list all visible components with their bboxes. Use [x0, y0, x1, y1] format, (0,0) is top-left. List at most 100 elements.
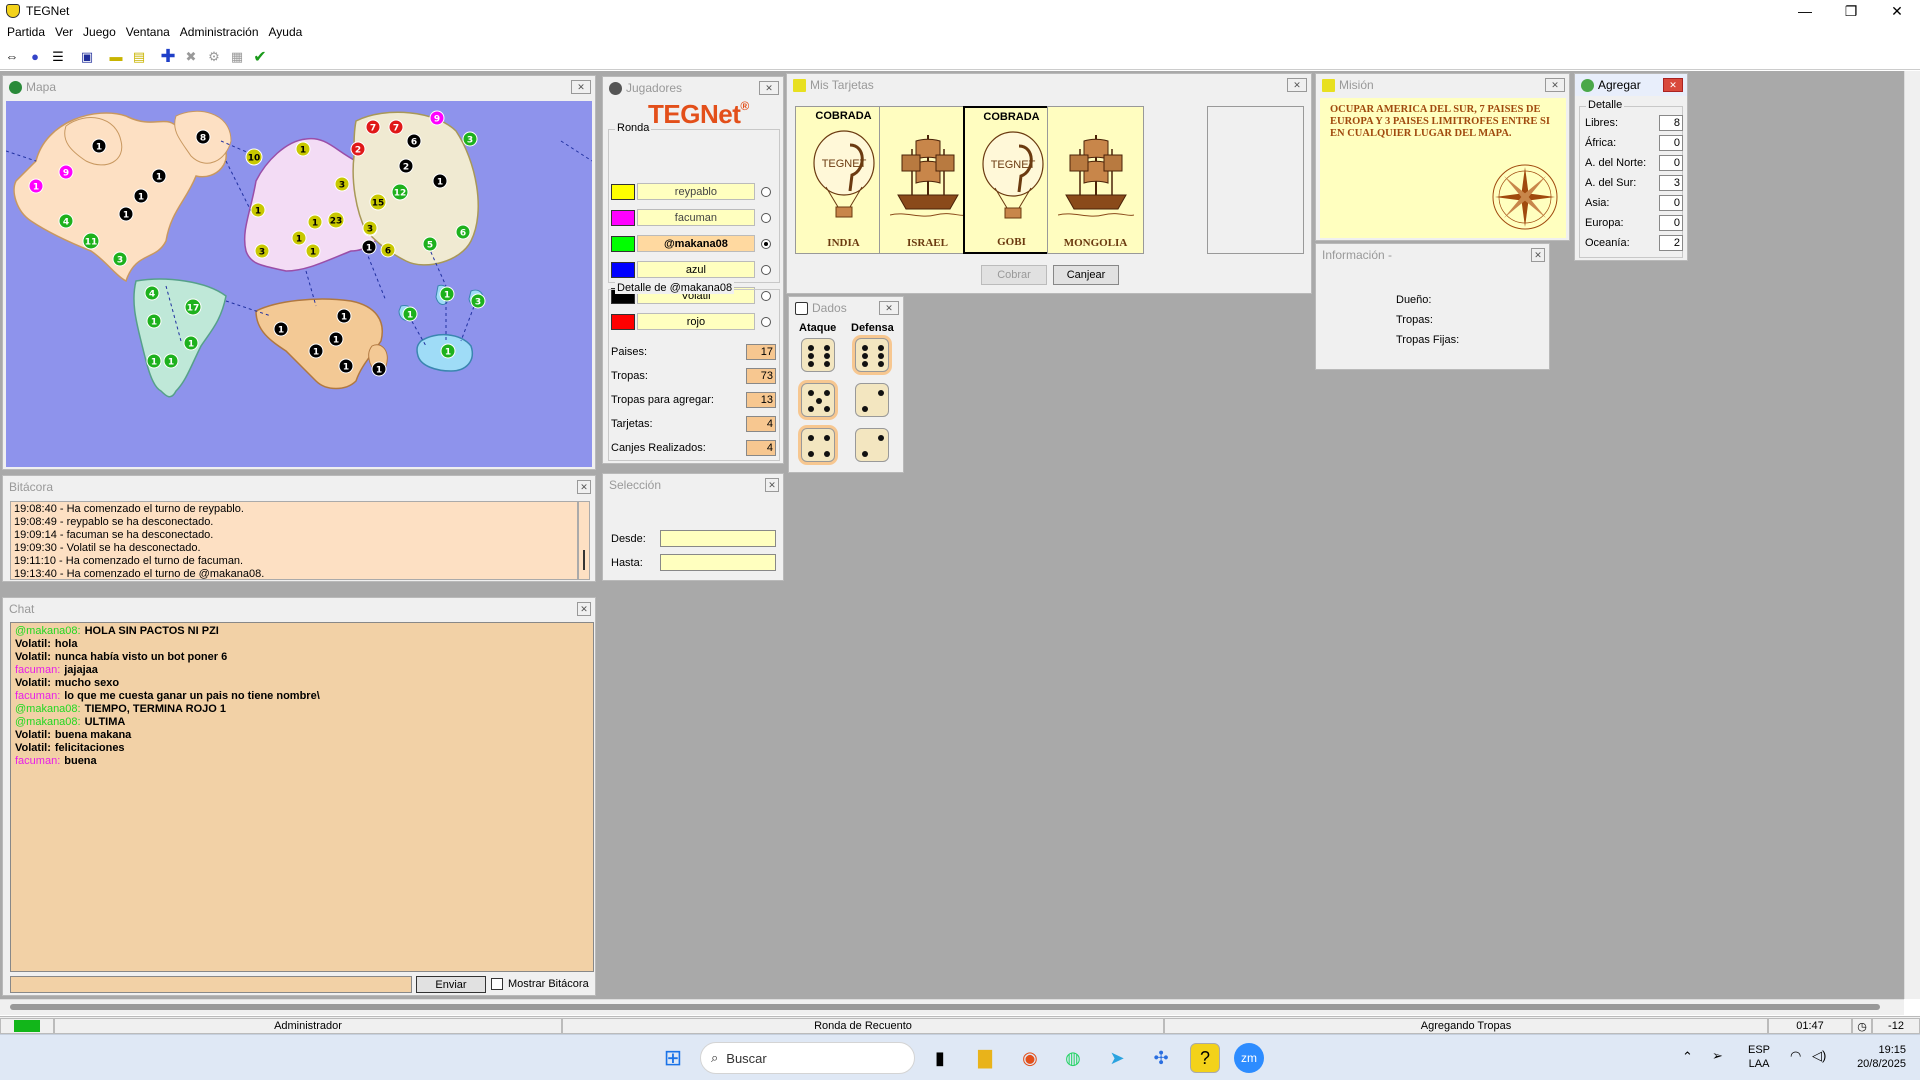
player-turn-radio[interactable] [761, 186, 771, 197]
file-explorer-icon[interactable]: ▇ [970, 1043, 1000, 1073]
army-marker[interactable]: 8 [195, 129, 211, 145]
regroup-icon[interactable]: ▦ [227, 47, 247, 67]
show-log-checkbox[interactable] [491, 978, 503, 990]
attack-icon[interactable]: ⚙ [204, 47, 224, 67]
chrome-icon[interactable]: ◉ [1015, 1043, 1045, 1073]
wifi-icon[interactable]: ◠ [1790, 1048, 1801, 1064]
tegnet-taskbar-icon[interactable]: ? [1190, 1043, 1220, 1073]
army-marker[interactable]: 3 [470, 293, 486, 309]
zoom-icon[interactable]: zm [1234, 1043, 1264, 1073]
menu-partida[interactable]: Partida [7, 25, 45, 39]
army-marker[interactable]: 1 [439, 286, 455, 302]
army-marker[interactable]: 1 [402, 306, 418, 322]
army-marker[interactable]: 1 [432, 173, 448, 189]
dice-close-button[interactable]: ✕ [879, 301, 899, 315]
country-card[interactable]: COBRADA TEGNET GOBI [963, 106, 1060, 254]
card-icon[interactable]: ▬ [106, 47, 126, 67]
menu-ver[interactable]: Ver [55, 25, 73, 39]
army-marker[interactable]: 1 [291, 230, 307, 246]
army-marker[interactable]: 1 [338, 358, 354, 374]
tray-clock[interactable]: 19:15 20/8/2025 [1848, 1043, 1906, 1071]
menu-ayuda[interactable]: Ayuda [269, 25, 303, 39]
army-marker[interactable]: 1 [307, 214, 323, 230]
minimize-button[interactable]: — [1782, 0, 1828, 22]
army-marker[interactable]: 1 [250, 202, 266, 218]
player-row[interactable]: @makana08 [611, 235, 771, 252]
players-close-button[interactable]: ✕ [759, 81, 779, 95]
army-marker[interactable]: 1 [163, 353, 179, 369]
army-marker[interactable]: 1 [305, 243, 321, 259]
army-marker[interactable]: 1 [28, 178, 44, 194]
army-marker[interactable]: 1 [308, 343, 324, 359]
maximize-button[interactable]: ❐ [1828, 0, 1874, 22]
app-icon-blue[interactable]: ✣ [1146, 1043, 1176, 1073]
info-close-button[interactable]: ✕ [1531, 248, 1545, 262]
army-marker[interactable]: 1 [328, 331, 344, 347]
army-marker[interactable]: 1 [146, 353, 162, 369]
tray-lang[interactable]: ESP LAA [1748, 1043, 1770, 1071]
player-row[interactable]: azul [611, 261, 771, 278]
canjear-button[interactable]: Canjear [1053, 265, 1119, 285]
country-card[interactable]: ISRAEL [879, 106, 976, 254]
army-marker[interactable]: 7 [365, 119, 381, 135]
army-marker[interactable]: 3 [112, 251, 128, 267]
army-marker[interactable]: 1 [295, 141, 311, 157]
connect-icon[interactable]: ⇔ [2, 47, 22, 67]
telegram-icon[interactable]: ➤ [1102, 1043, 1132, 1073]
army-marker[interactable]: 7 [388, 119, 404, 135]
army-marker[interactable]: 4 [144, 285, 160, 301]
army-marker[interactable]: 2 [398, 158, 414, 174]
map-close-button[interactable]: ✕ [571, 80, 591, 94]
army-marker[interactable]: 1 [336, 308, 352, 324]
army-marker[interactable]: 1 [371, 361, 387, 377]
army-marker[interactable]: 3 [462, 131, 478, 147]
menu-ventana[interactable]: Ventana [126, 25, 170, 39]
army-marker[interactable]: 5 [422, 236, 438, 252]
cobrar-button[interactable]: Cobrar [981, 265, 1047, 285]
army-marker[interactable]: 3 [362, 220, 378, 236]
player-turn-radio[interactable] [761, 238, 771, 249]
player-turn-radio[interactable] [761, 264, 771, 275]
desde-field[interactable] [660, 530, 776, 547]
army-marker[interactable]: 6 [380, 242, 396, 258]
army-marker[interactable]: 15 [369, 193, 387, 211]
country-card[interactable]: COBRADA TEGNET INDIA [795, 106, 892, 254]
army-marker[interactable]: 1 [118, 206, 134, 222]
army-marker[interactable]: 1 [133, 188, 149, 204]
tray-chevron-icon[interactable]: ⌃ [1682, 1049, 1693, 1065]
cards-close-button[interactable]: ✕ [1287, 78, 1307, 92]
chat-send-button[interactable]: Enviar [416, 976, 486, 993]
army-marker[interactable]: 1 [361, 239, 377, 255]
army-marker[interactable]: 17 [184, 298, 202, 316]
army-marker[interactable]: 2 [350, 141, 366, 157]
army-marker[interactable]: 1 [440, 343, 456, 359]
player-row[interactable]: reypablo [611, 183, 771, 200]
add-close-button[interactable]: ✕ [1663, 78, 1683, 92]
globe-icon[interactable]: ● [25, 47, 45, 67]
army-marker[interactable]: 1 [183, 335, 199, 351]
list-icon[interactable]: ☰ [48, 47, 68, 67]
army-marker[interactable]: 9 [429, 110, 445, 126]
volume-icon[interactable]: ◁) [1812, 1048, 1826, 1064]
army-marker[interactable]: 10 [245, 148, 263, 166]
selection-close-button[interactable]: ✕ [765, 478, 779, 492]
world-map[interactable]: 1891114111310113112331377296213151231656… [6, 101, 592, 467]
player-row[interactable]: facuman [611, 209, 771, 226]
chat-input[interactable] [10, 976, 412, 993]
windows-start-icon[interactable]: ⊞ [658, 1043, 688, 1073]
player-turn-radio[interactable] [761, 212, 771, 223]
mission-close-button[interactable]: ✕ [1545, 78, 1565, 92]
vertical-scrollbar[interactable] [1904, 71, 1920, 999]
save-icon[interactable]: ▣ [77, 47, 97, 67]
army-marker[interactable]: 11 [82, 232, 100, 250]
bitacora-close-button[interactable]: ✕ [577, 480, 591, 494]
add-icon[interactable]: ✚ [158, 46, 178, 67]
army-marker[interactable]: 1 [91, 138, 107, 154]
whatsapp-icon[interactable]: ◍ [1058, 1043, 1088, 1073]
country-card[interactable]: MONGOLIA [1047, 106, 1144, 254]
task-view-icon[interactable]: ▮ [925, 1043, 955, 1073]
army-marker[interactable]: 12 [391, 183, 409, 201]
tray-location-icon[interactable]: ➢ [1712, 1048, 1723, 1064]
mission-icon[interactable]: ▤ [129, 47, 149, 67]
chat-close-button[interactable]: ✕ [577, 602, 591, 616]
